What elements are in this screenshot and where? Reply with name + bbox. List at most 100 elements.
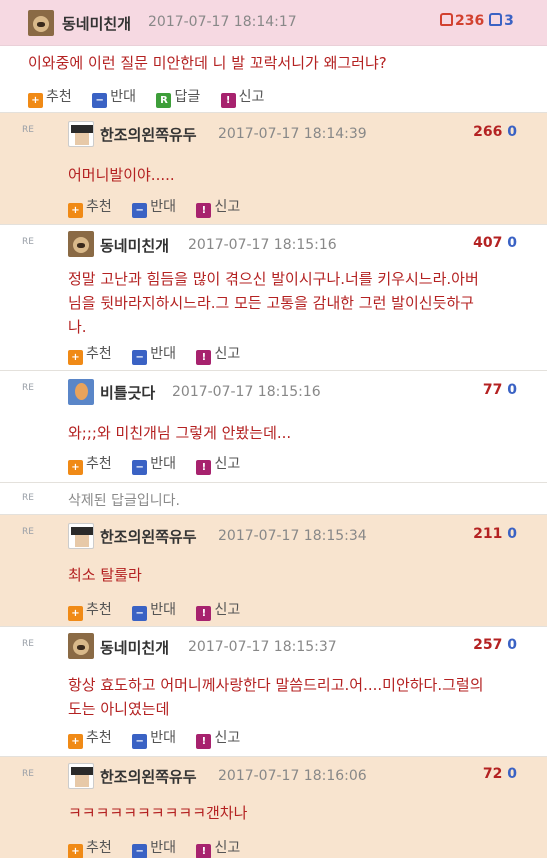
- reply-item: RE 한조의왼쪽유두 2017-07-17 18:15:34 211 0 최소 …: [0, 514, 547, 626]
- reply-date: 2017-07-17 18:15:37: [188, 639, 337, 655]
- reply-label: 답글: [174, 89, 201, 105]
- reply-line: ㅋㅋㅋㅋㅋㅋㅋㅋㅋㅋ갠차나: [68, 804, 248, 822]
- reply-body: 최소 탈룰라: [68, 563, 142, 587]
- reply-upvotes: 266: [473, 124, 503, 140]
- post-downvotes: 3: [504, 13, 514, 29]
- reply-line: 항상 효도하고 어머니께사랑한다 말씀드리고.어....미안하다.그럴의: [68, 676, 484, 694]
- oppose-button[interactable]: − 반대: [132, 453, 176, 475]
- plus-icon: +: [68, 844, 83, 858]
- reply-upvotes: 72: [482, 766, 503, 782]
- oppose-button[interactable]: − 반대: [132, 343, 176, 365]
- report-button[interactable]: ! 신고: [196, 727, 240, 749]
- reply-line: 와;;;와 미친개님 그렇게 안봤는데...: [68, 424, 292, 442]
- post-author[interactable]: 동네미친개: [62, 13, 131, 34]
- report-label: 신고: [214, 840, 241, 856]
- reply-body: 어머니발이야.....: [68, 163, 175, 187]
- report-icon: !: [196, 350, 212, 365]
- reply-upvotes: 77: [482, 382, 503, 398]
- report-button[interactable]: ! 신고: [196, 453, 240, 475]
- post-date: 2017-07-17 18:14:17: [148, 14, 297, 30]
- reply-date: 2017-07-17 18:15:34: [218, 528, 367, 544]
- recommend-button[interactable]: + 추천: [68, 196, 112, 218]
- reply-author[interactable]: 한조의왼쪽유두: [100, 124, 197, 145]
- plus-icon: +: [68, 606, 83, 621]
- reply-line: 나.: [68, 318, 87, 336]
- reply-vote-counts: 266 0: [473, 124, 517, 140]
- recommend-label: 추천: [86, 602, 112, 618]
- post-header: 동네미친개 2017-07-17 18:14:17 236 3: [0, 0, 547, 46]
- reply-body: 항상 효도하고 어머니께사랑한다 말씀드리고.어....미안하다.그럴의 도는 …: [68, 673, 484, 721]
- report-button[interactable]: ! 신고: [196, 343, 240, 365]
- minus-icon: −: [132, 350, 148, 365]
- oppose-button[interactable]: − 반대: [132, 727, 176, 749]
- reply-body: 정말 고난과 힘듬을 많이 겪으신 발이시구나.너를 키우시느라.아버 님을 뒷…: [68, 267, 479, 339]
- report-icon: !: [196, 844, 212, 858]
- report-icon: !: [196, 460, 212, 475]
- reply-arrow-icon: RE: [22, 527, 34, 537]
- reply-icon: R: [156, 93, 172, 108]
- recommend-button[interactable]: + 추천: [68, 343, 112, 365]
- reply-upvotes: 257: [473, 637, 503, 653]
- report-icon: !: [196, 203, 212, 218]
- minus-icon: −: [132, 734, 148, 749]
- oppose-label: 반대: [110, 89, 136, 105]
- reply-author[interactable]: 동네미친개: [100, 637, 169, 658]
- oppose-label: 반대: [150, 730, 176, 746]
- plus-icon: +: [68, 203, 83, 218]
- reply-date: 2017-07-17 18:15:16: [188, 237, 337, 253]
- report-button[interactable]: ! 신고: [220, 86, 265, 108]
- reply-actions: + 추천 − 반대 ! 신고: [68, 196, 256, 218]
- dog-avatar-icon[interactable]: [68, 231, 94, 257]
- report-label: 신고: [238, 89, 265, 105]
- recommend-label: 추천: [86, 730, 112, 746]
- post-vote-counts: 236 3: [440, 13, 514, 29]
- user-avatar-icon[interactable]: [68, 763, 94, 789]
- report-button[interactable]: ! 신고: [196, 599, 240, 621]
- user-avatar-icon[interactable]: [68, 121, 94, 147]
- dog-avatar-icon[interactable]: [68, 633, 94, 659]
- report-label: 신고: [214, 456, 241, 472]
- oppose-button[interactable]: − 반대: [92, 86, 136, 108]
- reply-actions: + 추천 − 반대 ! 신고: [68, 727, 256, 749]
- recommend-button[interactable]: + 추천: [68, 727, 112, 749]
- oppose-button[interactable]: − 반대: [132, 837, 176, 858]
- reply-author[interactable]: 동네미친개: [100, 235, 169, 256]
- reply-vote-counts: 407 0: [473, 235, 517, 251]
- reply-arrow-icon: RE: [22, 493, 34, 503]
- post-actions: + 추천 − 반대 R 답글 ! 신고: [28, 86, 280, 108]
- reply-button[interactable]: R 답글: [156, 86, 200, 108]
- recommend-button[interactable]: + 추천: [28, 86, 72, 108]
- oppose-button[interactable]: − 반대: [132, 599, 176, 621]
- oppose-label: 반대: [150, 456, 176, 472]
- recommend-button[interactable]: + 추천: [68, 837, 112, 858]
- reply-arrow-icon: RE: [22, 769, 34, 779]
- reply-body: 와;;;와 미친개님 그렇게 안봤는데...: [68, 421, 291, 445]
- report-label: 신고: [214, 199, 241, 215]
- reply-item: RE 동네미친개 2017-07-17 18:15:16 407 0 정말 고난…: [0, 224, 547, 370]
- report-button[interactable]: ! 신고: [196, 196, 240, 218]
- user-avatar-icon[interactable]: [68, 523, 94, 549]
- reply-line: 어머니발이야.....: [68, 166, 175, 184]
- report-icon: !: [220, 93, 236, 108]
- report-button[interactable]: ! 신고: [196, 837, 240, 858]
- reply-line: 님을 뒷바라지하시느라.그 모든 고통을 감내한 그런 발이신듯하구: [68, 294, 474, 312]
- recommend-label: 추천: [86, 456, 112, 472]
- reply-upvotes: 211: [473, 526, 503, 542]
- reply-date: 2017-07-17 18:14:39: [218, 126, 367, 142]
- reply-downvotes: 0: [507, 124, 517, 140]
- reply-actions: + 추천 − 반대 ! 신고: [68, 343, 256, 365]
- recommend-button[interactable]: + 추천: [68, 453, 112, 475]
- report-label: 신고: [214, 730, 241, 746]
- bird-avatar-icon[interactable]: [68, 379, 94, 405]
- reply-actions: + 추천 − 반대 ! 신고: [68, 453, 256, 475]
- post-upvotes: 236: [455, 13, 485, 29]
- dog-avatar-icon[interactable]: [28, 10, 54, 36]
- recommend-label: 추천: [86, 346, 112, 362]
- reply-author[interactable]: 한조의왼쪽유두: [100, 766, 197, 787]
- recommend-button[interactable]: + 추천: [68, 599, 112, 621]
- oppose-label: 반대: [150, 346, 176, 362]
- reply-arrow-icon: RE: [22, 383, 34, 393]
- reply-author[interactable]: 한조의왼쪽유두: [100, 526, 197, 547]
- reply-author[interactable]: 비틀긋다: [100, 382, 155, 403]
- oppose-button[interactable]: − 반대: [132, 196, 176, 218]
